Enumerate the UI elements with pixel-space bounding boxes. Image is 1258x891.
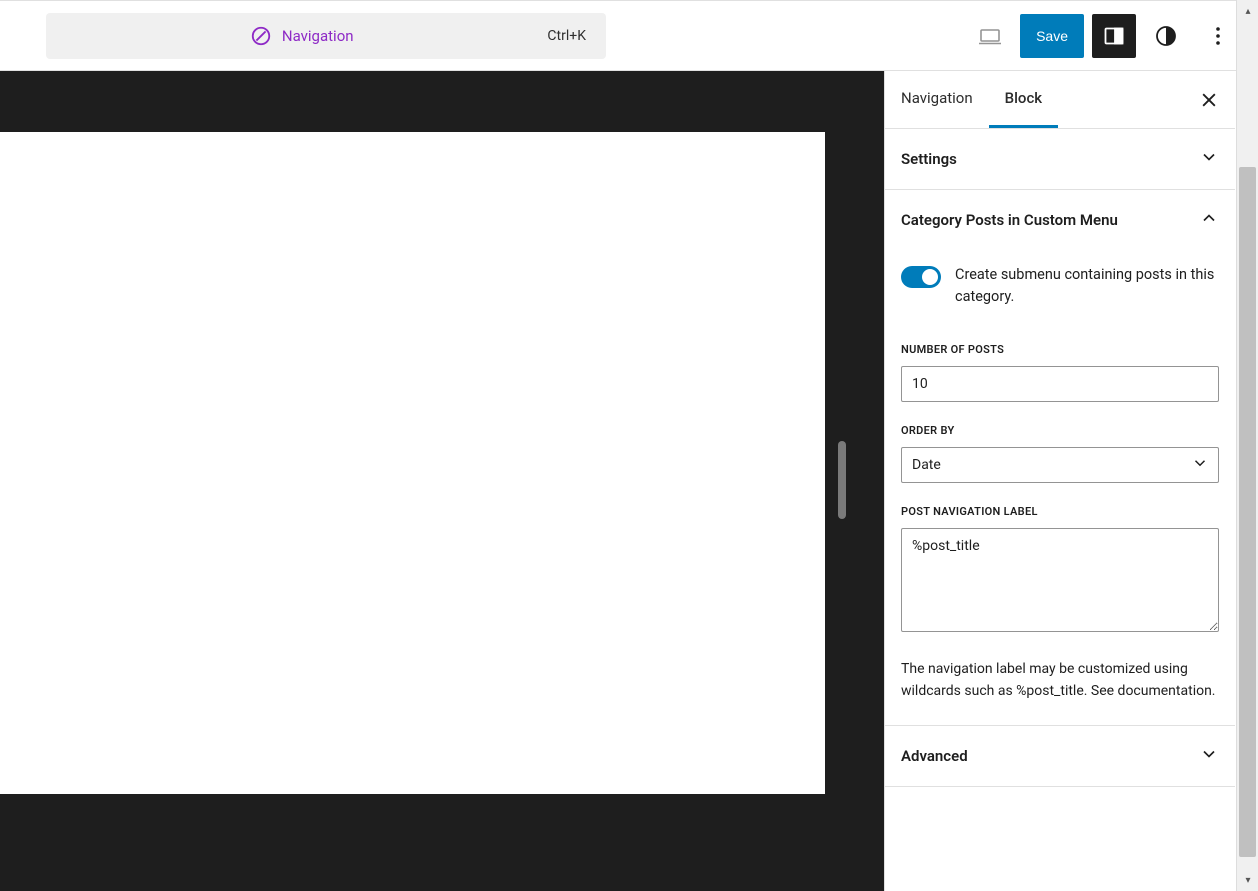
chevron-down-icon [1199, 744, 1219, 768]
number-of-posts-label: Number of posts [901, 343, 1219, 356]
topbar: Navigation Ctrl+K Save [0, 0, 1258, 70]
order-by-label: Order by [901, 424, 1219, 437]
canvas-resize-handle[interactable] [838, 441, 846, 519]
close-sidebar-button[interactable] [1187, 78, 1231, 122]
save-button[interactable]: Save [1020, 14, 1084, 58]
view-button[interactable] [968, 14, 1012, 58]
create-submenu-label: Create submenu containing posts in this … [955, 264, 1219, 309]
scroll-down-arrow[interactable]: ▾ [1237, 869, 1258, 891]
settings-sidebar-button[interactable] [1092, 14, 1136, 58]
chevron-down-icon [1199, 147, 1219, 171]
editor-canvas[interactable] [0, 132, 825, 794]
panel-category-posts-header[interactable]: Category Posts in Custom Menu [885, 190, 1235, 250]
post-nav-label-help: The navigation label may be customized u… [901, 658, 1219, 703]
styles-button[interactable] [1144, 14, 1188, 58]
panel-advanced-title: Advanced [901, 747, 968, 765]
navigation-icon [250, 25, 272, 47]
panel-advanced-header[interactable]: Advanced [885, 726, 1235, 786]
panel-category-posts-title: Category Posts in Custom Menu [901, 211, 1118, 229]
command-bar-label: Navigation [282, 27, 354, 45]
chevron-up-icon [1199, 208, 1219, 232]
options-button[interactable] [1196, 14, 1240, 58]
window-scrollbar[interactable]: ▴ ▾ [1236, 0, 1258, 891]
scroll-thumb[interactable] [1239, 167, 1256, 857]
tab-navigation[interactable]: Navigation [885, 71, 989, 128]
post-nav-label-input[interactable] [901, 528, 1219, 632]
create-submenu-toggle[interactable] [901, 266, 941, 288]
command-bar-shortcut: Ctrl+K [547, 28, 586, 44]
number-of-posts-input[interactable] [901, 366, 1219, 402]
order-by-select[interactable]: Date [901, 447, 1219, 483]
editor-canvas-area [0, 71, 884, 891]
panel-settings-header[interactable]: Settings [885, 129, 1235, 189]
post-nav-label-label: Post navigation label [901, 505, 1219, 518]
panel-settings-title: Settings [901, 150, 957, 168]
tab-block[interactable]: Block [989, 71, 1058, 128]
settings-sidebar: Navigation Block Settings [884, 71, 1235, 891]
command-bar[interactable]: Navigation Ctrl+K [46, 13, 606, 59]
scroll-up-arrow[interactable]: ▴ [1237, 0, 1258, 22]
